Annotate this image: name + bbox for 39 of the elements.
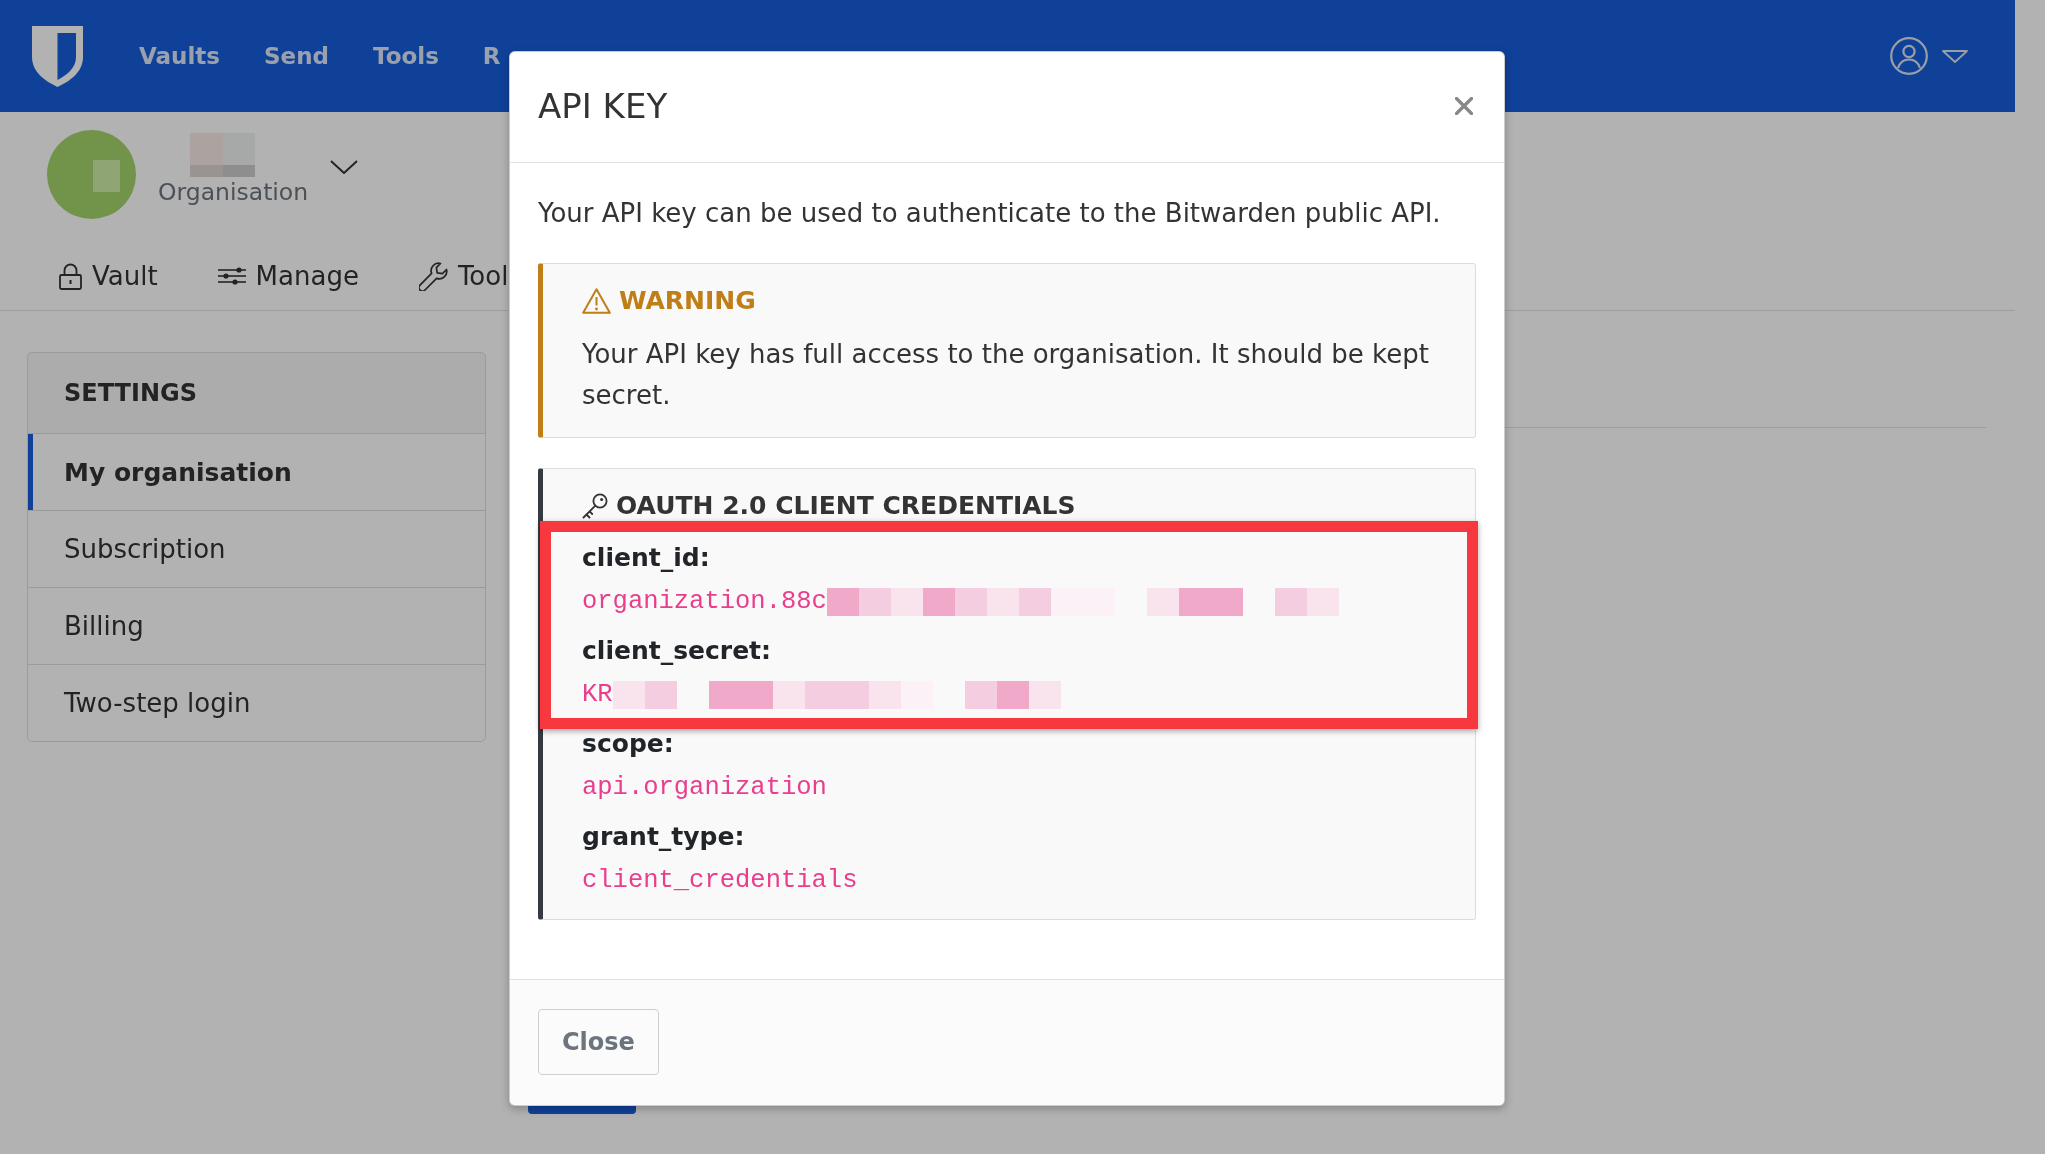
modal-title: API KEY <box>538 85 668 128</box>
field-value: client_credentials <box>582 865 858 897</box>
callout-title: OAUTH 2.0 CLIENT CREDENTIALS <box>616 490 1076 522</box>
sliders-icon <box>217 267 246 285</box>
close-button[interactable] <box>1455 97 1473 115</box>
org-type-label: Organisation <box>158 177 309 207</box>
field-label: scope: <box>582 728 674 760</box>
nav-link[interactable]: Vaults <box>139 39 220 73</box>
menu-item[interactable]: Billing <box>28 587 485 664</box>
nav-link[interactable]: R <box>482 39 501 73</box>
field-value: api.organization <box>582 772 827 804</box>
org-tab[interactable]: Tool <box>418 242 509 310</box>
close-button[interactable]: Close <box>538 1009 659 1075</box>
lock-icon <box>59 262 82 290</box>
close-icon <box>1455 97 1473 115</box>
callout-text: Your API key has full access to the organisation. It should be kept secret. <box>582 338 1430 412</box>
pixelated-redaction <box>190 133 255 177</box>
user-avatar-icon[interactable] <box>1890 37 1928 75</box>
key-icon <box>582 493 608 519</box>
field-label: client_id: <box>582 542 710 574</box>
field-value: KR <box>582 679 613 711</box>
field-label: grant_type: <box>582 821 745 853</box>
nav-link[interactable]: Tools <box>373 39 439 73</box>
menu-item[interactable]: Two-step login <box>28 664 485 741</box>
modal-description: Your API key can be used to authenticate to the Bitwarden public API. <box>538 197 1442 230</box>
field-label: client_secret: <box>582 635 772 667</box>
warning-icon <box>582 288 611 314</box>
field-value: organization.88c <box>582 586 827 618</box>
caret-icon[interactable] <box>1942 49 1968 63</box>
shield-logo-icon[interactable] <box>32 25 83 87</box>
callout-title: WARNING <box>619 285 756 317</box>
chevron-down-icon[interactable] <box>330 160 359 174</box>
menu-item[interactable]: My organisation <box>28 433 485 510</box>
nav-link[interactable]: Send <box>264 39 330 73</box>
org-tab[interactable]: Vault <box>59 242 158 310</box>
menu-item[interactable]: Subscription <box>28 510 485 587</box>
org-tab[interactable]: Manage <box>217 242 359 310</box>
wrench-icon <box>418 261 448 291</box>
avatar-icon <box>47 130 136 219</box>
